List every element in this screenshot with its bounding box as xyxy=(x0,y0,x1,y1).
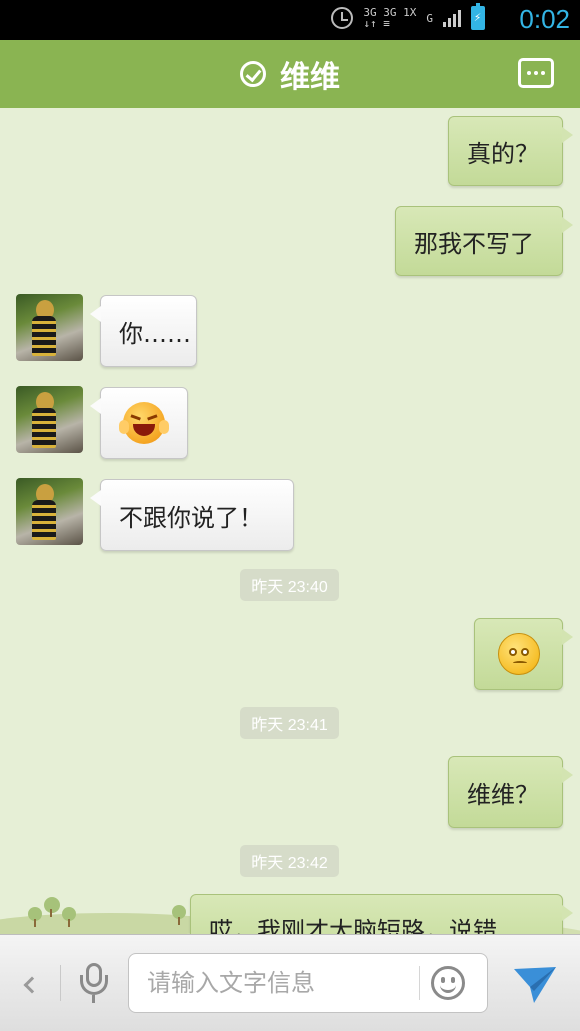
message-list[interactable]: 真的？ 那我不写了 你…… 不跟你说了！ 昨天 23:40 昨天 23:41 维… xyxy=(0,108,580,934)
send-button[interactable] xyxy=(510,961,560,1007)
outgoing-message-bubble[interactable]: 真的？ xyxy=(448,116,573,186)
message-text: 真的？ xyxy=(467,139,539,168)
divider xyxy=(419,966,420,1000)
message-text: 那我不写了 xyxy=(414,229,534,258)
message-text: 哎，我刚才大脑短路，说错 xyxy=(209,917,497,934)
alarm-clock-icon xyxy=(331,7,354,29)
network-type-bottom: ↓↑ ≡ xyxy=(363,17,390,30)
message-text: 维维？ xyxy=(467,780,539,809)
message-input-bar xyxy=(0,934,580,1031)
contact-avatar[interactable] xyxy=(16,478,83,545)
contact-avatar[interactable] xyxy=(16,294,83,361)
shy-face-emoji-icon xyxy=(497,633,540,675)
chat-header: 维维 xyxy=(0,40,580,114)
message-input[interactable] xyxy=(147,954,417,1012)
collapse-button[interactable] xyxy=(14,965,44,1005)
battery-bolt: ⚡ xyxy=(474,10,482,24)
message-text: 不跟你说了！ xyxy=(119,503,263,532)
signal-label: G xyxy=(426,11,433,25)
divider xyxy=(60,965,61,1001)
message-timestamp: 昨天 23:41 xyxy=(240,707,339,739)
contact-name: 维维 xyxy=(280,60,340,95)
outgoing-message-bubble[interactable]: 哎，我刚才大脑短路，说错 xyxy=(190,894,573,934)
check-circle-icon xyxy=(240,61,266,87)
outgoing-message-bubble[interactable] xyxy=(474,618,573,690)
status-time: 0:02 xyxy=(519,4,570,34)
send-paper-plane-icon xyxy=(514,967,556,1003)
status-bar: 3G 3G 1X ↓↑ ≡ G ⚡ 0:02 xyxy=(0,0,580,40)
chat-title-group[interactable]: 维维 xyxy=(0,40,580,108)
signal-strength-icon xyxy=(443,9,461,27)
contact-avatar[interactable] xyxy=(16,386,83,453)
smiley-icon[interactable] xyxy=(431,966,465,1000)
outgoing-message-bubble[interactable]: 那我不写了 xyxy=(395,206,573,276)
status-icons: 3G 3G 1X ↓↑ ≡ G ⚡ xyxy=(331,3,485,30)
more-options-button[interactable] xyxy=(518,58,554,88)
incoming-message-bubble[interactable]: 你…… xyxy=(90,295,197,367)
incoming-message-bubble[interactable]: 不跟你说了！ xyxy=(90,479,294,551)
chevron-left-icon xyxy=(23,976,41,994)
message-text-field[interactable] xyxy=(128,953,488,1013)
message-timestamp: 昨天 23:42 xyxy=(240,845,339,877)
message-timestamp: 昨天 23:40 xyxy=(240,569,339,601)
message-text: 你…… xyxy=(119,319,191,348)
network-type-indicator: 3G 3G 1X ↓↑ ≡ xyxy=(363,7,416,29)
laugh-cover-face-emoji-icon xyxy=(119,402,169,444)
voice-input-button[interactable] xyxy=(74,961,114,1005)
outgoing-message-bubble[interactable]: 维维？ xyxy=(448,756,573,828)
incoming-message-bubble[interactable] xyxy=(90,387,188,459)
battery-charging-icon: ⚡ xyxy=(471,3,485,30)
more-dots-icon xyxy=(527,71,531,75)
